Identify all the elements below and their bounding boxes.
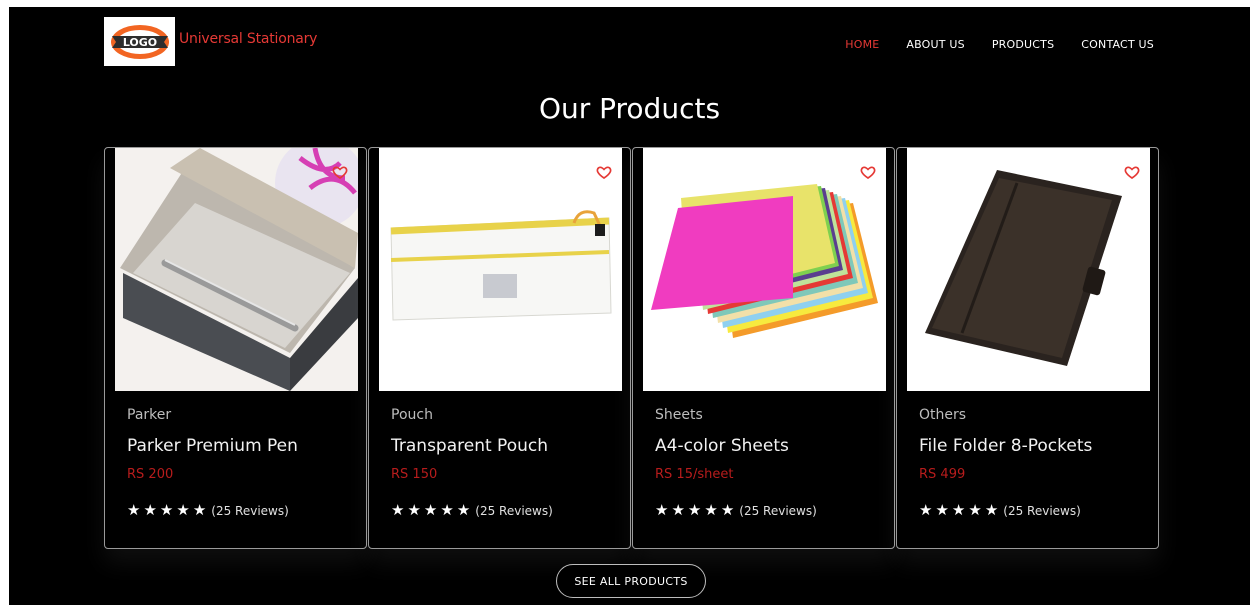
- page-frame: LOGO Universal Stationary HOME ABOUT US …: [9, 7, 1250, 605]
- section-title: Our Products: [538, 92, 721, 125]
- product-rating: ★ ★ ★ ★ ★ (25 Reviews): [127, 503, 289, 518]
- logo[interactable]: LOGO: [104, 17, 175, 66]
- review-count[interactable]: (25 Reviews): [1003, 504, 1081, 518]
- star-icon: ★: [143, 501, 157, 519]
- product-card[interactable]: Others File Folder 8-Pockets RS 499 ★ ★ …: [896, 147, 1159, 549]
- product-card[interactable]: Sheets A4-color Sheets RS 15/sheet ★ ★ ★…: [632, 147, 895, 549]
- product-rating: ★ ★ ★ ★ ★ (25 Reviews): [391, 503, 553, 518]
- heart-icon[interactable]: [596, 164, 612, 180]
- product-rating: ★ ★ ★ ★ ★ (25 Reviews): [919, 503, 1081, 518]
- star-icon: ★: [919, 501, 933, 519]
- product-card[interactable]: Pouch Transparent Pouch RS 150 ★ ★ ★ ★ ★…: [368, 147, 631, 549]
- product-category: Others: [919, 407, 967, 423]
- product-price: RS 150: [391, 467, 438, 482]
- see-all-products-button[interactable]: SEE ALL PRODUCTS: [556, 564, 706, 598]
- folder-image[interactable]: [907, 148, 1150, 391]
- review-count[interactable]: (25 Reviews): [211, 504, 289, 518]
- star-icon: ★: [968, 501, 982, 519]
- nav-home[interactable]: HOME: [845, 38, 879, 51]
- heart-icon[interactable]: [860, 164, 876, 180]
- star-icon: ★: [720, 501, 735, 519]
- product-rating: ★ ★ ★ ★ ★ (25 Reviews): [655, 503, 817, 518]
- heart-icon[interactable]: [1124, 164, 1140, 180]
- review-count[interactable]: (25 Reviews): [739, 504, 817, 518]
- star-icon: ★: [192, 501, 207, 519]
- star-icon: ★: [176, 501, 190, 519]
- nav-about-us[interactable]: ABOUT US: [906, 38, 964, 51]
- nav-contact-us[interactable]: CONTACT US: [1081, 38, 1154, 51]
- product-price: RS 15/sheet: [655, 467, 734, 482]
- star-icon: ★: [423, 501, 438, 519]
- heart-icon[interactable]: [332, 164, 348, 180]
- brand-name[interactable]: Universal Stationary: [179, 31, 317, 47]
- star-icon: ★: [127, 501, 141, 519]
- star-icon: ★: [984, 501, 999, 519]
- star-icon: ★: [655, 501, 669, 519]
- star-icon: ★: [440, 501, 454, 519]
- product-card[interactable]: Parker Parker Premium Pen RS 200 ★ ★ ★ ★…: [104, 147, 367, 549]
- star-icon: ★: [391, 501, 405, 519]
- product-list: Parker Parker Premium Pen RS 200 ★ ★ ★ ★…: [104, 147, 1159, 549]
- product-price: RS 499: [919, 467, 966, 482]
- product-category: Sheets: [655, 407, 703, 423]
- review-count[interactable]: (25 Reviews): [475, 504, 553, 518]
- product-price: RS 200: [127, 467, 174, 482]
- nav-products[interactable]: PRODUCTS: [992, 38, 1054, 51]
- pen-box-image[interactable]: [115, 148, 358, 391]
- product-name[interactable]: Parker Premium Pen: [127, 436, 298, 456]
- star-icon: ★: [456, 501, 471, 519]
- star-icon: ★: [671, 501, 685, 519]
- pouch-image[interactable]: [379, 148, 622, 391]
- star-icon: ★: [935, 501, 949, 519]
- star-icon: ★: [159, 501, 174, 519]
- star-icon: ★: [687, 501, 702, 519]
- color-sheets-image[interactable]: [643, 148, 886, 391]
- product-name[interactable]: Transparent Pouch: [391, 436, 548, 456]
- logo-icon: LOGO: [110, 24, 169, 59]
- product-category: Pouch: [391, 407, 433, 423]
- star-icon: ★: [704, 501, 718, 519]
- product-name[interactable]: File Folder 8-Pockets: [919, 436, 1092, 456]
- star-icon: ★: [951, 501, 966, 519]
- logo-text: LOGO: [122, 36, 156, 49]
- product-name[interactable]: A4-color Sheets: [655, 436, 789, 456]
- main-nav: HOME ABOUT US PRODUCTS CONTACT US: [845, 38, 1154, 51]
- product-category: Parker: [127, 407, 172, 423]
- star-icon: ★: [407, 501, 421, 519]
